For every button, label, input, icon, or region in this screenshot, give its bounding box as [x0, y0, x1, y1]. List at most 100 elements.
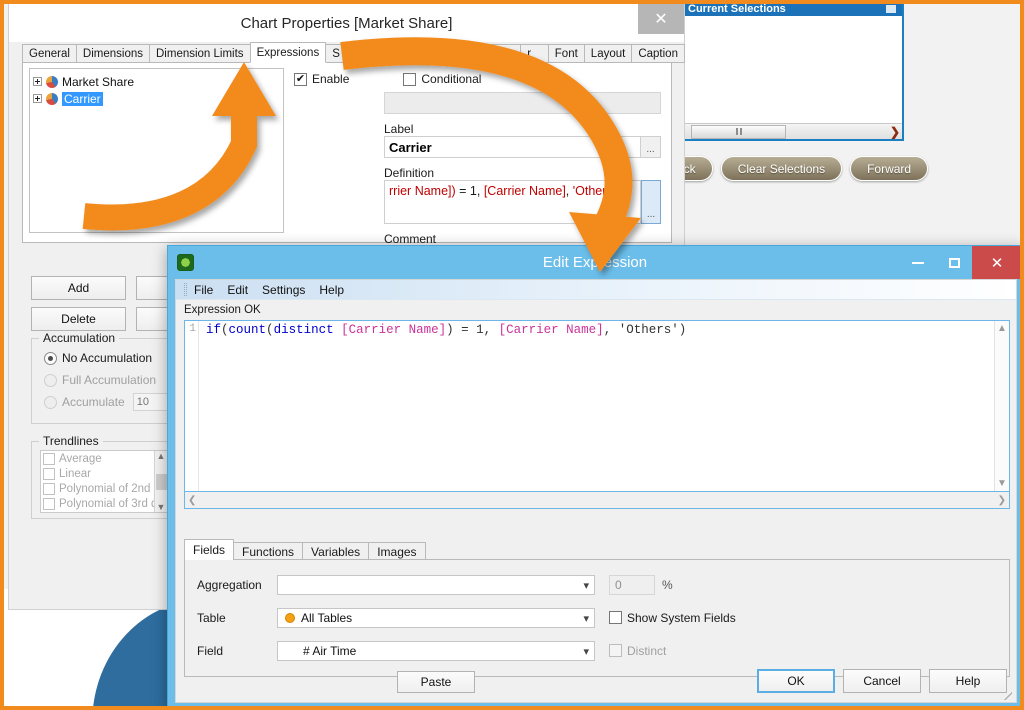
- field-dropdown[interactable]: # Air Time ▾: [277, 640, 595, 661]
- tab-font[interactable]: Font: [547, 44, 585, 63]
- list-item[interactable]: Linear: [41, 466, 167, 481]
- tab-obscured-1[interactable]: [346, 44, 391, 63]
- table-dropdown[interactable]: All Tables ▾: [277, 607, 595, 628]
- edit-expression-client-area: File Edit Settings Help Expression OK 1 …: [175, 279, 1017, 703]
- tab-obscured-5[interactable]: r: [520, 44, 549, 63]
- accumulate-steps-input[interactable]: 10: [132, 393, 171, 411]
- show-system-fields-group[interactable]: Show System Fields: [609, 611, 736, 625]
- chevron-up-icon[interactable]: ▲: [997, 323, 1007, 334]
- chevron-right-icon[interactable]: ❯: [890, 125, 900, 139]
- tab-variables[interactable]: Variables: [302, 542, 370, 560]
- tab-obscured-2[interactable]: [389, 44, 435, 63]
- trendline-checkbox[interactable]: [43, 497, 55, 510]
- trendline-checkbox[interactable]: [43, 467, 55, 480]
- tab-functions[interactable]: Functions: [233, 542, 304, 560]
- tab-obscured-3[interactable]: [433, 44, 478, 63]
- radio-icon[interactable]: [44, 351, 57, 365]
- editor-vertical-scrollbar[interactable]: ▲ ▼: [994, 321, 1009, 491]
- chevron-down-icon[interactable]: ▼: [997, 478, 1007, 489]
- tab-caption[interactable]: Caption: [631, 44, 685, 63]
- editor-code-text[interactable]: if(count(distinct [Carrier Name]) = 1, […: [199, 321, 994, 491]
- cancel-button[interactable]: Cancel: [843, 669, 921, 693]
- token-distinct: distinct: [273, 323, 334, 337]
- chevron-left-icon[interactable]: ❮: [188, 495, 196, 506]
- radio-accumulate[interactable]: Accumulate 10: [32, 391, 178, 413]
- chevron-down-icon[interactable]: ▾: [583, 612, 589, 625]
- help-button[interactable]: Help: [929, 669, 1007, 693]
- current-selections-hscrollbar[interactable]: ❯: [684, 123, 902, 139]
- definition-token-1: rrier Name]): [389, 184, 460, 198]
- minimize-icon[interactable]: [900, 246, 936, 279]
- close-icon[interactable]: ✕: [638, 4, 684, 34]
- scrollbar-thumb[interactable]: [155, 473, 167, 490]
- expression-editor[interactable]: 1 if(count(distinct [Carrier Name]) = 1,…: [184, 320, 1010, 492]
- tab-layout[interactable]: Layout: [583, 44, 633, 63]
- resize-grip-icon[interactable]: [1002, 690, 1012, 700]
- chevron-right-icon[interactable]: ❯: [998, 495, 1006, 506]
- chevron-down-icon[interactable]: ▼: [157, 502, 166, 512]
- menu-grip-icon[interactable]: [184, 283, 187, 296]
- trendline-checkbox[interactable]: [43, 452, 55, 465]
- trendlines-list[interactable]: Average Linear Polynomial of 2nd d Polyn…: [40, 450, 168, 513]
- tab-dimension-limits[interactable]: Dimension Limits: [149, 44, 251, 63]
- close-icon[interactable]: ✕: [972, 246, 1020, 279]
- expand-icon[interactable]: [33, 94, 42, 103]
- trendline-checkbox[interactable]: [43, 482, 55, 495]
- expressions-tree[interactable]: Market Share Carrier: [29, 68, 284, 233]
- tab-expressions[interactable]: Expressions: [249, 42, 327, 63]
- tab-images[interactable]: Images: [368, 542, 426, 560]
- trendlines-scrollbar[interactable]: ▲ ▼: [154, 451, 167, 512]
- conditional-checkbox[interactable]: [403, 72, 417, 86]
- maximize-icon[interactable]: [936, 246, 972, 279]
- radio-full-accumulation[interactable]: Full Accumulation: [32, 369, 178, 391]
- clear-selections-button[interactable]: Clear Selections: [720, 156, 843, 181]
- percent-input[interactable]: 0: [609, 574, 655, 595]
- tab-fields[interactable]: Fields: [184, 539, 235, 560]
- add-button[interactable]: Add: [31, 276, 126, 300]
- definition-input[interactable]: rrier Name]) = 1, [Carrier Name], 'Other…: [384, 180, 641, 224]
- definition-ellipsis-button[interactable]: ...: [641, 180, 661, 224]
- minimize-icon[interactable]: [886, 4, 896, 13]
- list-item[interactable]: Polynomial of 2nd d: [41, 481, 167, 496]
- tab-general[interactable]: General: [22, 44, 77, 63]
- window-controls: ✕: [900, 246, 1020, 279]
- tab-sort[interactable]: S: [325, 44, 348, 63]
- enable-checkbox[interactable]: ✔: [294, 72, 307, 86]
- menu-edit[interactable]: Edit: [227, 283, 248, 297]
- list-item[interactable]: Average: [41, 451, 167, 466]
- aggregation-dropdown[interactable]: ▾: [277, 574, 595, 595]
- expand-icon[interactable]: [33, 77, 42, 86]
- label-ellipsis-button[interactable]: ...: [641, 136, 661, 158]
- edit-expression-titlebar[interactable]: Edit Expression ✕: [168, 246, 1020, 279]
- menu-settings[interactable]: Settings: [262, 283, 305, 297]
- forward-button[interactable]: Forward: [850, 156, 929, 181]
- scrollbar-thumb[interactable]: [691, 124, 786, 139]
- chevron-up-icon[interactable]: ▲: [157, 451, 166, 461]
- field-value: # Air Time: [303, 643, 357, 658]
- distinct-group[interactable]: Distinct: [609, 644, 666, 658]
- delete-button[interactable]: Delete: [31, 307, 126, 331]
- radio-no-accumulation[interactable]: No Accumulation: [32, 347, 178, 369]
- menu-help[interactable]: Help: [319, 283, 344, 297]
- distinct-checkbox[interactable]: [609, 644, 622, 657]
- show-system-fields-label: Show System Fields: [627, 610, 736, 625]
- list-item[interactable]: Polynomial of 3rd de: [41, 496, 167, 511]
- radio-icon[interactable]: [44, 395, 57, 409]
- conditional-input[interactable]: [384, 92, 661, 114]
- label-input[interactable]: Carrier: [384, 136, 641, 158]
- tree-item-carrier[interactable]: Carrier: [33, 90, 280, 107]
- paste-button[interactable]: Paste: [397, 671, 475, 693]
- tab-dimensions[interactable]: Dimensions: [75, 44, 150, 63]
- conditional-checkbox-group[interactable]: Conditional: [403, 72, 481, 86]
- tree-item-market-share[interactable]: Market Share: [33, 73, 280, 90]
- show-system-fields-checkbox[interactable]: [609, 611, 622, 624]
- chevron-down-icon[interactable]: ▾: [583, 579, 589, 592]
- definition-token-4: ,: [565, 184, 573, 198]
- ok-button[interactable]: OK: [757, 669, 835, 693]
- radio-icon[interactable]: [44, 373, 57, 387]
- editor-horizontal-scrollbar[interactable]: ❮ ❯: [184, 492, 1010, 509]
- menu-file[interactable]: File: [194, 283, 213, 297]
- tab-obscured-4[interactable]: [476, 44, 522, 63]
- chevron-down-icon[interactable]: ▾: [583, 645, 589, 658]
- enable-checkbox-group[interactable]: ✔ Enable: [294, 72, 349, 86]
